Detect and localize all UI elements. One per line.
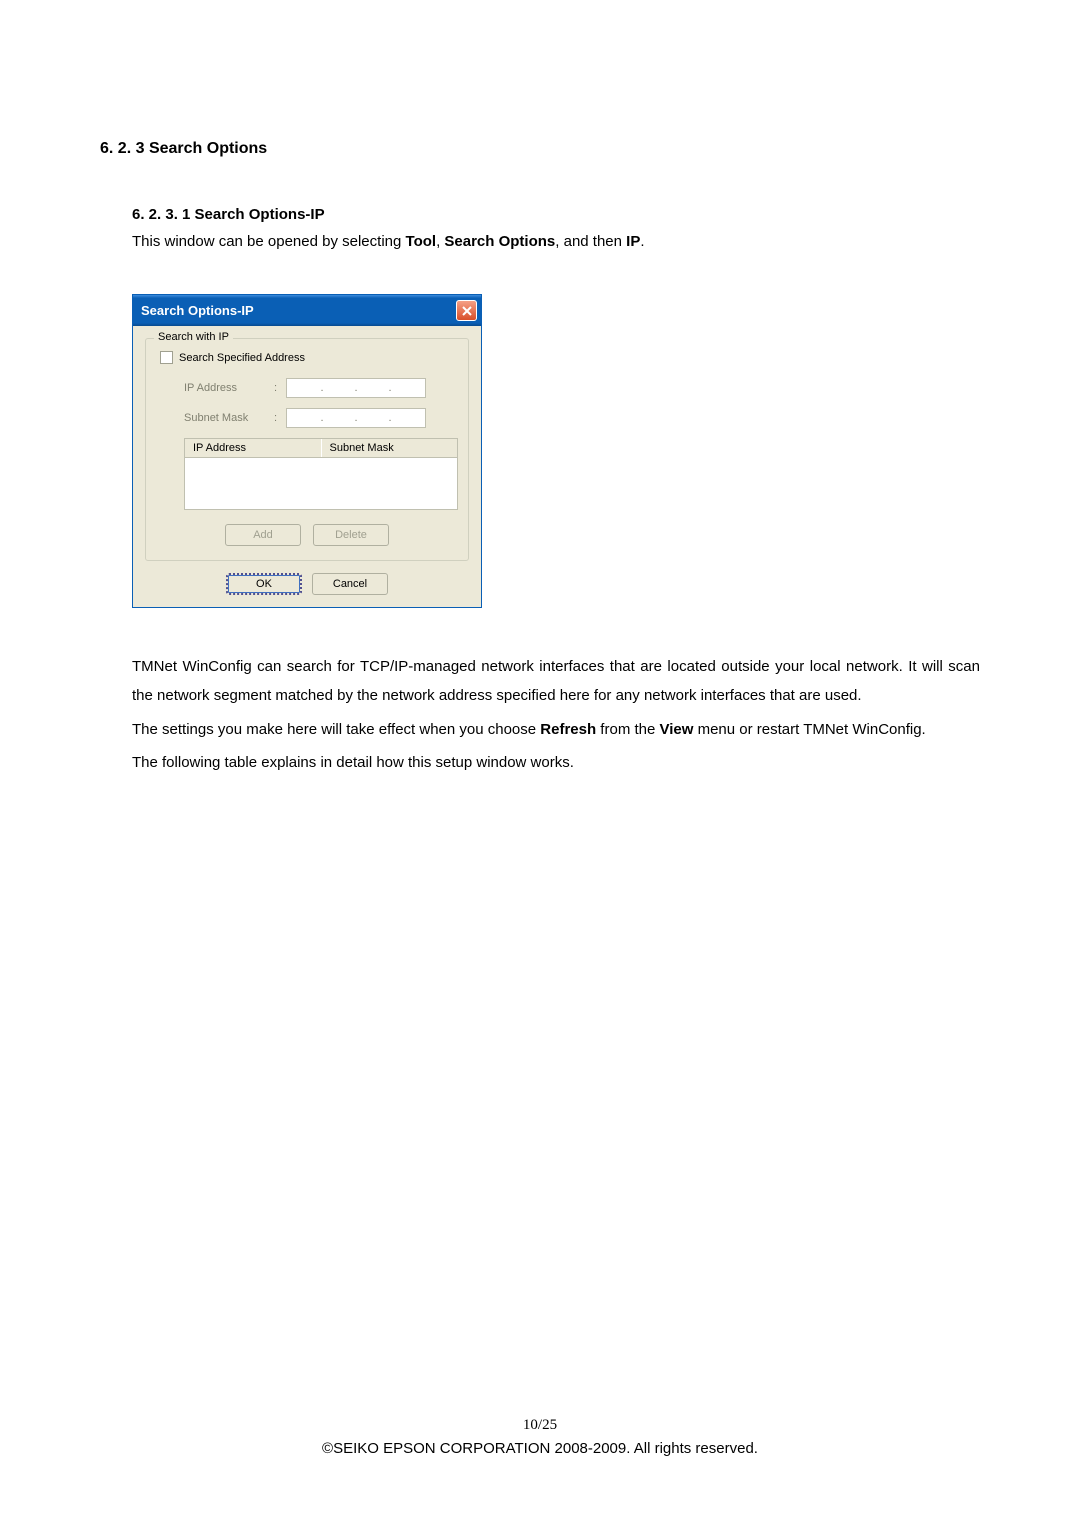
section-heading: 6. 2. 3 Search Options <box>100 140 980 158</box>
delete-button[interactable]: Delete <box>313 524 389 546</box>
checkbox-icon[interactable] <box>160 351 173 364</box>
add-button[interactable]: Add <box>225 524 301 546</box>
subnet-mask-row: Subnet Mask : ... <box>184 408 458 428</box>
ip-address-label: IP Address <box>184 382 274 394</box>
search-specified-checkbox-row[interactable]: Search Specified Address <box>160 351 458 364</box>
checkbox-label: Search Specified Address <box>179 352 305 364</box>
title-bar: Search Options-IP <box>133 295 481 326</box>
paragraph-3: The following table explains in detail h… <box>132 748 980 777</box>
ip-address-input[interactable]: ... <box>286 378 426 398</box>
subsection-title: Search Options-IP <box>195 206 325 223</box>
intro-text: This window can be opened by selecting T… <box>132 233 980 250</box>
section-number: 6. 2. 3 <box>100 140 144 157</box>
subnet-mask-label: Subnet Mask <box>184 412 274 424</box>
dialog-window: Search Options-IP Search with IP Search … <box>132 294 482 608</box>
subsection-number: 6. 2. 3. 1 <box>132 206 190 223</box>
page-number: 10/25 <box>0 1417 1080 1434</box>
table-header-ip: IP Address <box>185 439 322 457</box>
section-title: Search Options <box>149 140 267 157</box>
ok-button[interactable]: OK <box>226 573 302 595</box>
cancel-button[interactable]: Cancel <box>312 573 388 595</box>
subnet-mask-input[interactable]: ... <box>286 408 426 428</box>
copyright-line: ©SEIKO EPSON CORPORATION 2008-2009. All … <box>0 1440 1080 1457</box>
paragraph-1: TMNet WinConfig can search for TCP/IP-ma… <box>132 652 980 711</box>
paragraph-2: The settings you make here will take eff… <box>132 715 980 744</box>
groupbox-title: Search with IP <box>154 331 233 343</box>
page-footer: 10/25 ©SEIKO EPSON CORPORATION 2008-2009… <box>0 1417 1080 1457</box>
search-with-ip-groupbox: Search with IP Search Specified Address … <box>145 338 469 561</box>
ip-address-row: IP Address : ... <box>184 378 458 398</box>
dialog-screenshot: Search Options-IP Search with IP Search … <box>132 294 980 608</box>
close-icon[interactable] <box>456 300 477 321</box>
subsection-heading: 6. 2. 3. 1 Search Options-IP <box>132 206 980 223</box>
dialog-title: Search Options-IP <box>141 303 254 318</box>
address-table: IP Address Subnet Mask <box>184 438 458 510</box>
table-header-subnet: Subnet Mask <box>322 439 458 457</box>
